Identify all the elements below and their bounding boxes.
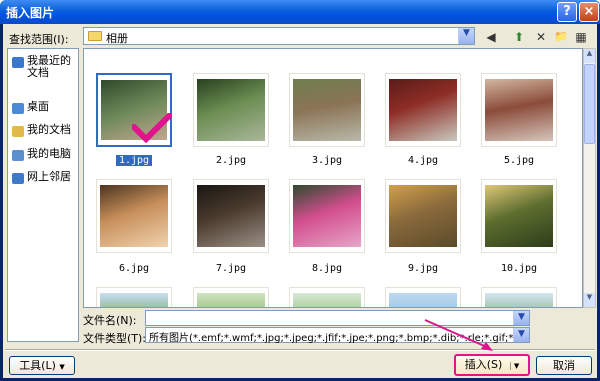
places-bar: 我最近的文档 桌面 我的文档 我的电脑 网上邻居 <box>7 48 79 342</box>
folder-icon <box>88 31 102 41</box>
thumbnail-view[interactable]: 1.jpg 2.jpg 3.jpg 4.jpg 5.jpg 6.jpg 7.jpg 8.jpg… <box>83 48 583 308</box>
thumbnail-image <box>485 293 553 307</box>
thumbnail-image <box>100 293 168 307</box>
thumbnail-image <box>197 293 265 307</box>
chevron-down-icon: ▼ <box>59 363 65 371</box>
thumbnail-tile[interactable] <box>385 287 461 307</box>
scroll-thumb[interactable] <box>584 64 595 144</box>
thumbnail-tile[interactable] <box>481 179 557 253</box>
place-label: 我的电脑 <box>27 147 71 160</box>
thumbnail-tile[interactable] <box>289 73 365 147</box>
thumbnail-caption[interactable]: 4.jpg <box>385 155 461 166</box>
thumbnail-image <box>100 185 168 247</box>
scroll-down-icon[interactable]: ▼ <box>584 293 595 307</box>
thumbnail-caption[interactable]: 2.jpg <box>193 155 269 166</box>
chevron-down-icon[interactable]: ▼ <box>513 311 529 325</box>
thumbnail-tile-selected[interactable] <box>96 73 172 147</box>
thumbnail-image <box>485 79 553 141</box>
thumbnail-image <box>389 293 457 307</box>
network-icon <box>12 173 24 184</box>
thumbnail-tile[interactable] <box>193 73 269 147</box>
dialog-body: 查找范围(I): 相册 ▼ ◀ ⬆ ✕ 📁 ▦ 我最近的文档 桌面 我的文档 我… <box>3 24 597 378</box>
thumbnail-caption[interactable]: 3.jpg <box>289 155 365 166</box>
lookin-combo[interactable]: 相册 ▼ <box>83 27 475 45</box>
cancel-button[interactable]: 取消 <box>536 356 592 375</box>
place-my-documents[interactable]: 我的文档 <box>12 124 78 138</box>
annotation-arrow <box>424 319 493 351</box>
divider <box>5 349 595 351</box>
place-recent[interactable]: 我最近的文档 <box>12 55 78 81</box>
new-folder-icon[interactable]: 📁 <box>553 29 569 45</box>
place-label: 我最近的文档 <box>27 54 71 79</box>
thumbnail-image <box>197 79 265 141</box>
thumbnail-tile[interactable] <box>481 73 557 147</box>
title-bar[interactable]: 插入图片 ? × <box>0 0 600 24</box>
back-icon[interactable]: ◀ <box>483 29 499 45</box>
thumbnail-tile[interactable] <box>385 179 461 253</box>
filename-label: 文件名(N): <box>83 314 137 327</box>
close-button[interactable]: × <box>579 2 599 22</box>
thumbnail-caption[interactable]: 10.jpg <box>481 263 557 274</box>
chevron-down-icon[interactable]: ▼ <box>513 328 529 342</box>
thumbnail-tile[interactable] <box>289 179 365 253</box>
window-title: 插入图片 <box>6 6 55 20</box>
thumbnail-image <box>197 185 265 247</box>
recent-docs-icon <box>12 57 24 68</box>
tools-button[interactable]: 工具(L) ▼ <box>9 356 75 375</box>
thumbnail-tile[interactable] <box>96 287 172 307</box>
chevron-down-icon[interactable]: ▼ <box>458 28 474 44</box>
checkmark-icon <box>132 113 172 143</box>
place-label: 我的文档 <box>27 123 71 136</box>
thumbnail-tile[interactable] <box>289 287 365 307</box>
thumbnail-image <box>389 79 457 141</box>
thumbnail-image <box>293 185 361 247</box>
thumbnail-caption[interactable]: 5.jpg <box>481 155 557 166</box>
thumbnail-caption[interactable]: 1.jpg <box>96 155 172 166</box>
desktop-icon <box>12 103 24 114</box>
thumbnail-tile[interactable] <box>96 179 172 253</box>
up-folder-icon[interactable]: ⬆ <box>511 29 527 45</box>
views-icon[interactable]: ▦ <box>573 29 589 45</box>
thumbnail-tile[interactable] <box>193 287 269 307</box>
place-network[interactable]: 网上邻居 <box>12 171 78 185</box>
delete-icon[interactable]: ✕ <box>533 29 549 45</box>
place-label: 桌面 <box>27 100 49 113</box>
place-label: 网上邻居 <box>27 170 71 183</box>
thumbnail-caption[interactable]: 8.jpg <box>289 263 365 274</box>
my-computer-icon <box>12 150 24 161</box>
help-button[interactable]: ? <box>557 2 577 22</box>
thumbnail-tile[interactable] <box>385 73 461 147</box>
thumbnail-image <box>389 185 457 247</box>
thumbnail-tile[interactable] <box>481 287 557 307</box>
lookin-value: 相册 <box>106 32 128 45</box>
vertical-scrollbar[interactable]: ▲ ▼ <box>583 48 596 308</box>
thumbnail-caption[interactable]: 7.jpg <box>193 263 269 274</box>
dialog-window: 插入图片 ? × 查找范围(I): 相册 ▼ ◀ ⬆ ✕ 📁 ▦ 我最近的文档 … <box>0 0 600 381</box>
filetype-label: 文件类型(T): <box>83 332 147 345</box>
thumbnail-caption[interactable]: 6.jpg <box>96 263 172 274</box>
scroll-up-icon[interactable]: ▲ <box>584 49 595 63</box>
place-desktop[interactable]: 桌面 <box>12 101 78 115</box>
lookin-label: 查找范围(I): <box>9 33 69 46</box>
thumbnail-caption[interactable]: 9.jpg <box>385 263 461 274</box>
place-my-computer[interactable]: 我的电脑 <box>12 148 78 162</box>
thumbnail-tile[interactable] <box>193 179 269 253</box>
my-documents-icon <box>12 126 24 137</box>
thumbnail-image <box>293 293 361 307</box>
thumbnail-image <box>485 185 553 247</box>
thumbnail-image <box>293 79 361 141</box>
chevron-down-icon: ▼ <box>509 362 520 370</box>
